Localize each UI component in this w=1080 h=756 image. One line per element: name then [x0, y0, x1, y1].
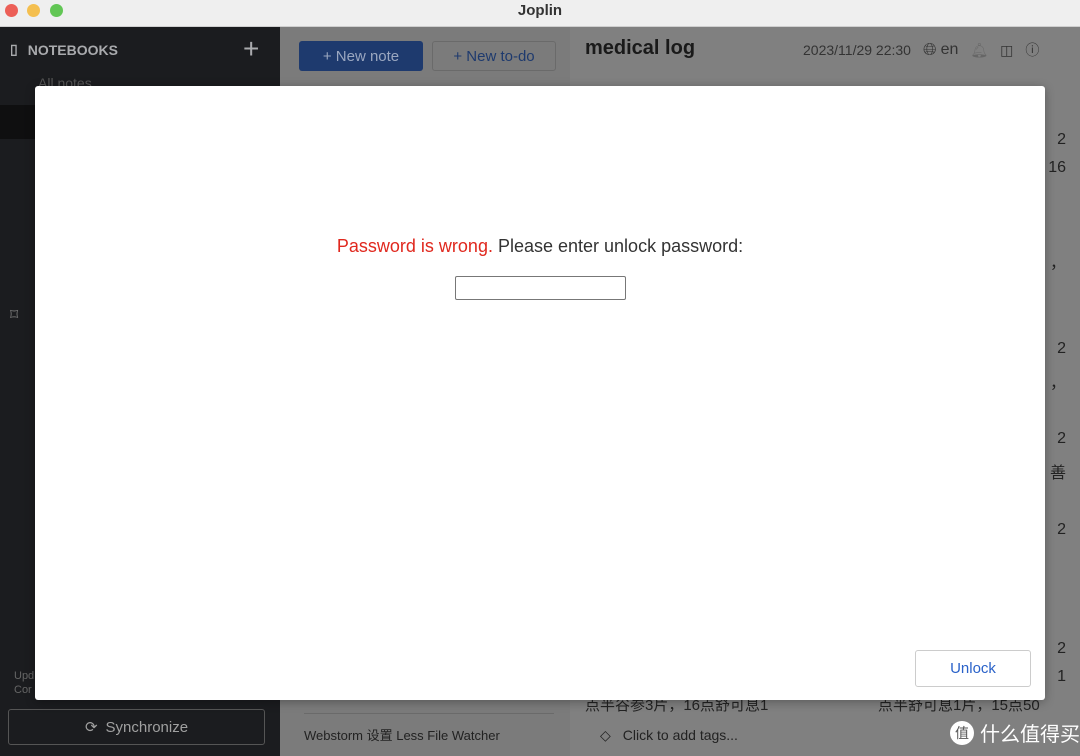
text-fragment: 1 — [1057, 668, 1066, 685]
watermark: 值什么值得买 — [950, 718, 1080, 747]
sync-icon: ⟳ — [84, 719, 98, 736]
notebook-icon: ▯ — [10, 41, 18, 57]
synchronize-button[interactable]: ⟳ Synchronize — [8, 709, 265, 745]
minimize-window-button[interactable] — [27, 4, 40, 17]
new-note-button[interactable]: + New note — [299, 41, 423, 71]
add-tags-button[interactable]: ◇ Click to add tags... — [600, 727, 738, 744]
text-fragment: 2 — [1057, 131, 1066, 148]
text-fragment: 2 — [1057, 340, 1066, 357]
layout-toggle-icon[interactable]: ◫ — [1000, 42, 1013, 59]
error-text: Password is wrong. — [336, 236, 493, 256]
prompt-text: Please enter unlock password: — [497, 236, 744, 256]
text-fragment: ， — [1049, 255, 1066, 272]
sync-status: Upd Cor — [14, 670, 35, 696]
new-todo-button[interactable]: + New to-do — [432, 41, 556, 71]
close-window-button[interactable] — [5, 4, 18, 17]
window-title: Joplin — [517, 2, 563, 19]
note-date: 2023/11/29 22:30 — [803, 42, 911, 58]
language[interactable]: en — [941, 41, 959, 59]
unlock-message: Password is wrong. Please enter unlock p… — [35, 236, 1045, 257]
unlock-button[interactable]: Unlock — [915, 650, 1031, 687]
alarm-icon[interactable]: 🔔︎ — [970, 42, 988, 59]
add-notebook-button[interactable]: + — [243, 33, 259, 65]
text-fragment: 16 — [1048, 159, 1066, 176]
note-list-item[interactable]: Webstorm 设置 Less File Watcher — [304, 725, 500, 744]
note-title[interactable]: medical log — [585, 37, 695, 60]
tag-icon: ◇ — [600, 727, 611, 743]
text-fragment: 2 — [1057, 430, 1066, 447]
notebooks-header[interactable]: ▯ NOTEBOOKS — [10, 41, 118, 58]
notebooks-label: NOTEBOOKS — [27, 41, 118, 58]
globe-icon[interactable]: 🌐︎ — [923, 40, 937, 60]
unlock-dialog: Password is wrong. Please enter unlock p… — [35, 86, 1045, 700]
text-fragment: ， — [1049, 375, 1066, 392]
info-icon[interactable]: ⓘ — [1025, 40, 1039, 60]
title-bar: Joplin — [0, 0, 1080, 27]
tag-icon: ⌑ — [10, 307, 19, 324]
text-fragment: 2 — [1057, 521, 1066, 538]
text-fragment: 善 — [1049, 465, 1066, 482]
text-fragment: 2 — [1057, 640, 1066, 657]
zoom-window-button[interactable] — [50, 4, 63, 17]
password-input[interactable] — [455, 276, 626, 300]
divider — [304, 713, 554, 714]
